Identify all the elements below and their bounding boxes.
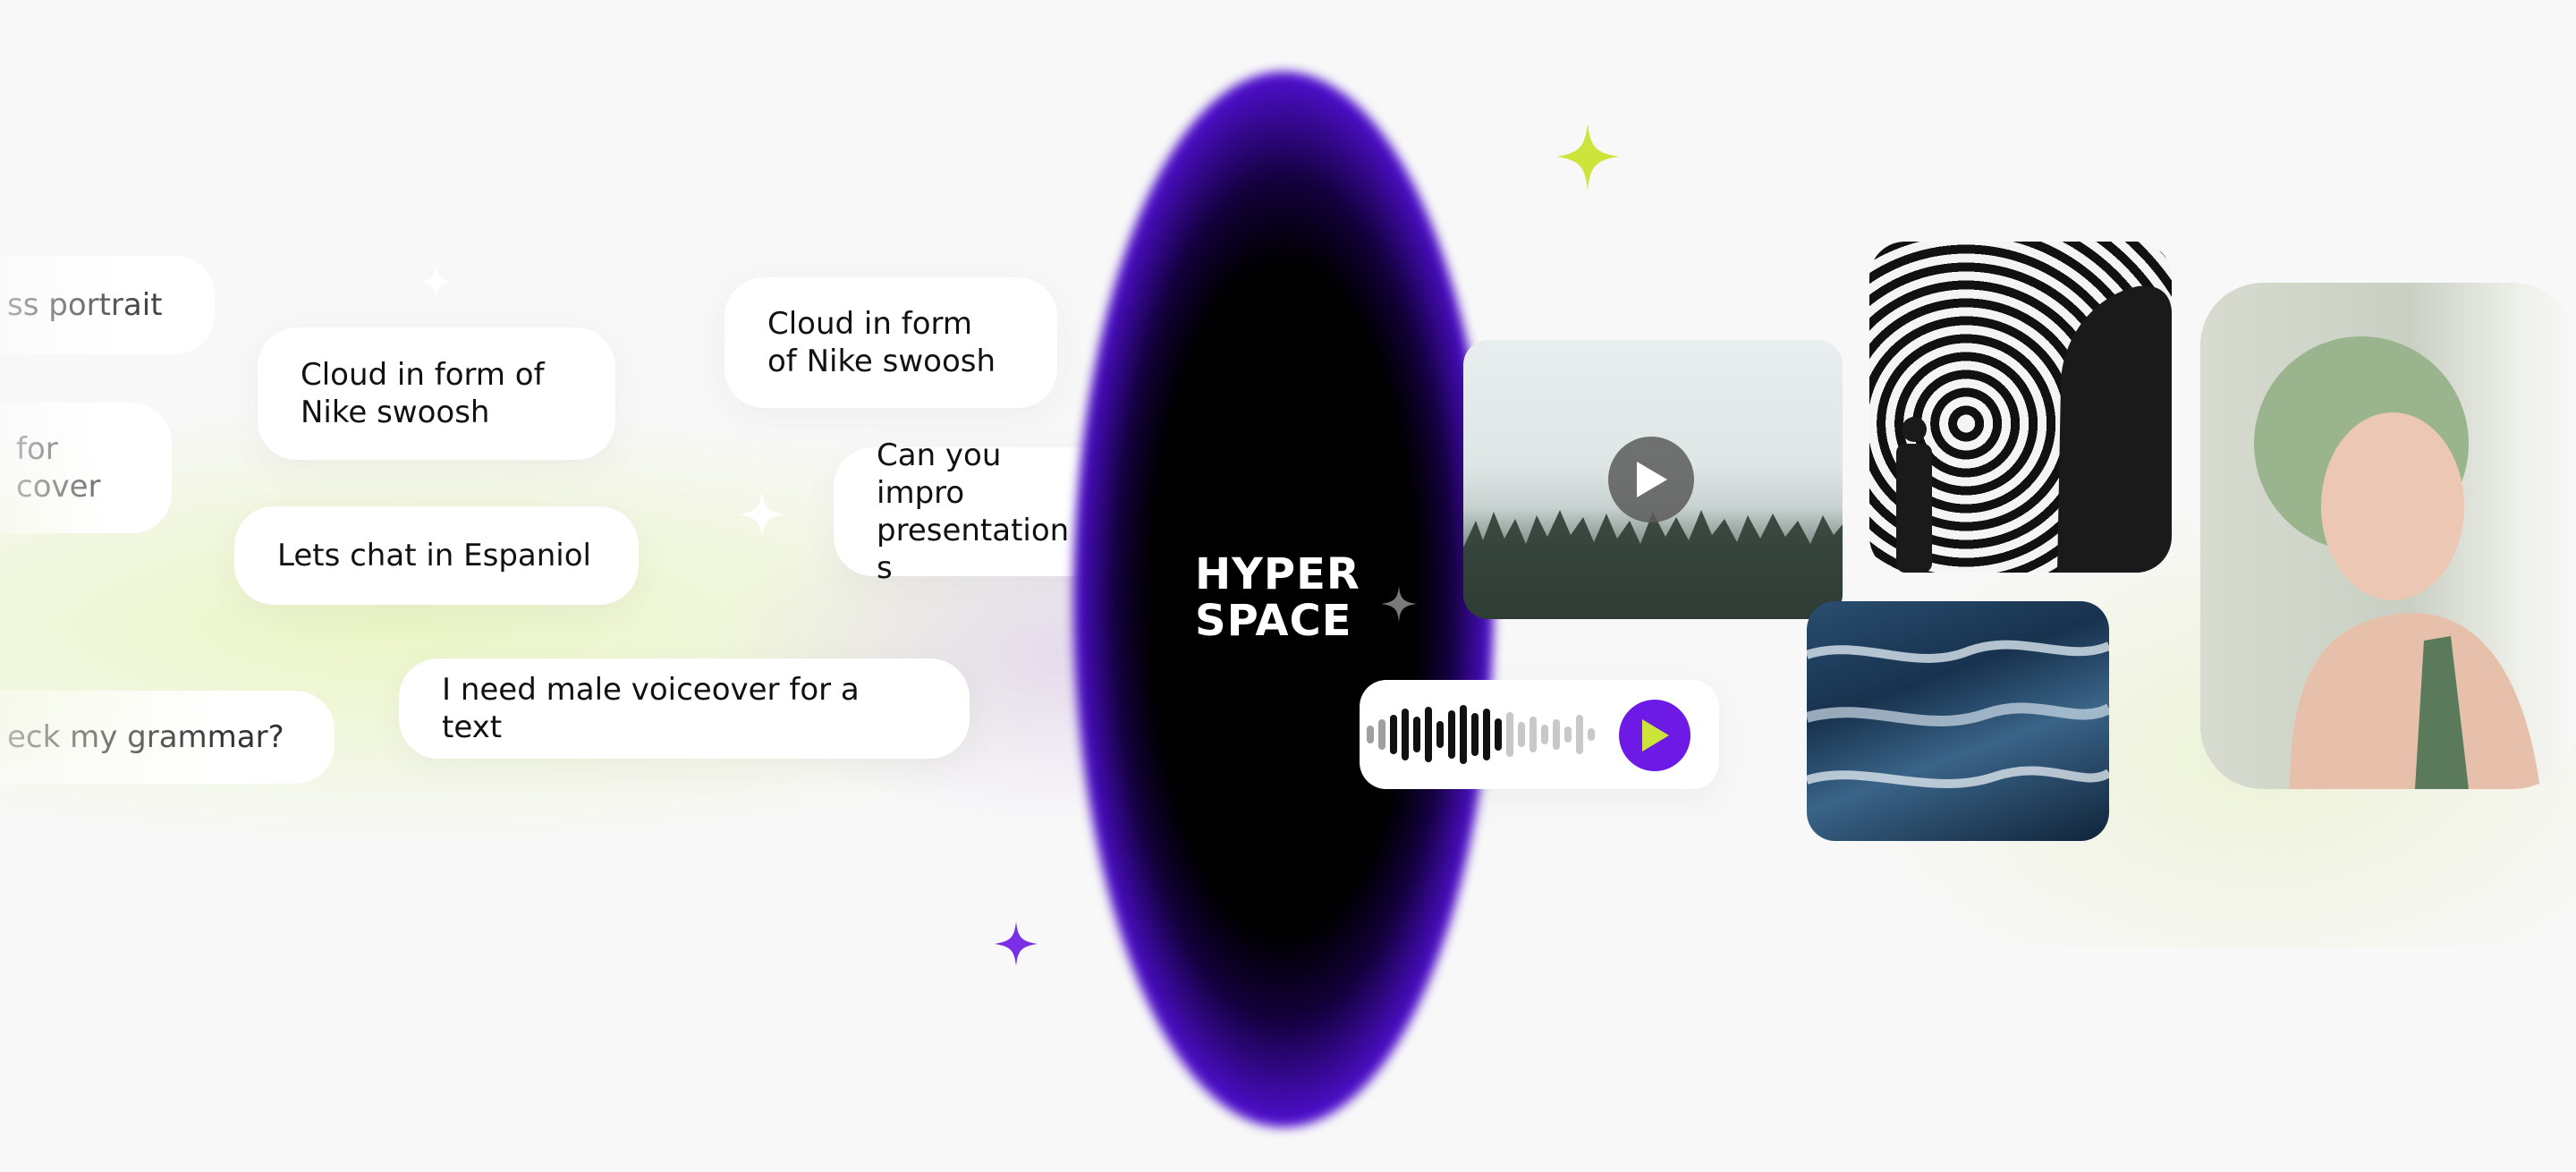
audio-play-button[interactable] — [1619, 700, 1690, 771]
logo-line-1: HYPER — [1195, 549, 1360, 599]
waveform-bar — [1553, 719, 1560, 750]
ocean-painting-image[interactable] — [1807, 601, 2109, 841]
prompt-bubble-voiceover[interactable]: I need male voiceover for a text — [399, 658, 970, 759]
sparkle-white-icon — [739, 490, 785, 539]
ocean-waves — [1807, 640, 2109, 788]
prompt-bubble-text: eck my grammar? — [7, 719, 284, 755]
prompt-bubble-espaniol[interactable]: Lets chat in Espaniol — [234, 506, 639, 605]
prompt-bubble-cover[interactable]: for cover — [0, 403, 172, 533]
prompt-bubble-nike-swoosh-2[interactable]: Cloud in form of Nike swoosh — [724, 277, 1057, 408]
waveform-bar — [1390, 715, 1397, 754]
waveform-bar — [1436, 721, 1444, 748]
play-icon — [1642, 719, 1669, 752]
waveform-bar — [1471, 713, 1479, 756]
audio-waveform — [1367, 680, 1608, 789]
video-card[interactable] — [1463, 340, 1843, 619]
waveform-bar — [1564, 726, 1572, 743]
waveform-bar — [1541, 725, 1548, 744]
portrait-figure — [2254, 336, 2540, 789]
video-play-button[interactable] — [1608, 437, 1694, 522]
audio-player-card[interactable] — [1360, 680, 1719, 789]
sparkle-grey-icon — [1381, 585, 1417, 623]
waveform-bar — [1576, 715, 1583, 754]
prompt-bubble-text: Can you impro presentation s — [877, 437, 1070, 586]
hyperspace-logo: HYPER SPACE — [1195, 551, 1392, 644]
green-haired-woman-portrait-image[interactable] — [2200, 283, 2576, 789]
waveform-bar — [1425, 707, 1432, 762]
waveform-bar — [1518, 722, 1525, 747]
waveform-bar — [1506, 712, 1513, 757]
waveform-bar — [1483, 709, 1490, 760]
waveform-bar — [1367, 726, 1374, 743]
prompt-bubble-nike-swoosh[interactable]: Cloud in form of Nike swoosh — [258, 327, 615, 460]
prompt-bubble-text: Cloud in form of Nike swoosh — [301, 357, 545, 430]
waveform-bar — [1413, 717, 1420, 752]
prompt-bubble-text: Lets chat in Espaniol — [277, 538, 591, 573]
sparkle-purple-icon — [995, 921, 1038, 966]
waveform-bar — [1460, 705, 1467, 764]
silhouette-figures — [1896, 285, 2172, 573]
waveform-bar — [1378, 719, 1385, 750]
hypnotic-spiral-image[interactable] — [1869, 242, 2172, 573]
waveform-bar — [1448, 710, 1455, 759]
prompt-bubble-grammar[interactable]: eck my grammar? — [0, 691, 335, 784]
waveform-bar — [1588, 728, 1595, 741]
logo-line-2: SPACE — [1195, 596, 1352, 646]
waveform-bar — [1402, 709, 1409, 760]
prompt-bubble-portrait[interactable]: ss portrait — [0, 256, 215, 354]
waveform-bar — [1495, 718, 1502, 751]
prompt-bubble-text: Cloud in form of Nike swoosh — [767, 306, 996, 379]
prompt-bubble-text: for cover — [16, 431, 101, 505]
sparkle-white-small-icon — [420, 265, 453, 299]
sparkle-lime-icon — [1556, 123, 1619, 190]
play-icon — [1637, 462, 1667, 497]
prompt-bubble-text: I need male voiceover for a text — [442, 672, 860, 745]
prompt-bubble-text: ss portrait — [7, 287, 163, 323]
waveform-bar — [1530, 717, 1537, 752]
